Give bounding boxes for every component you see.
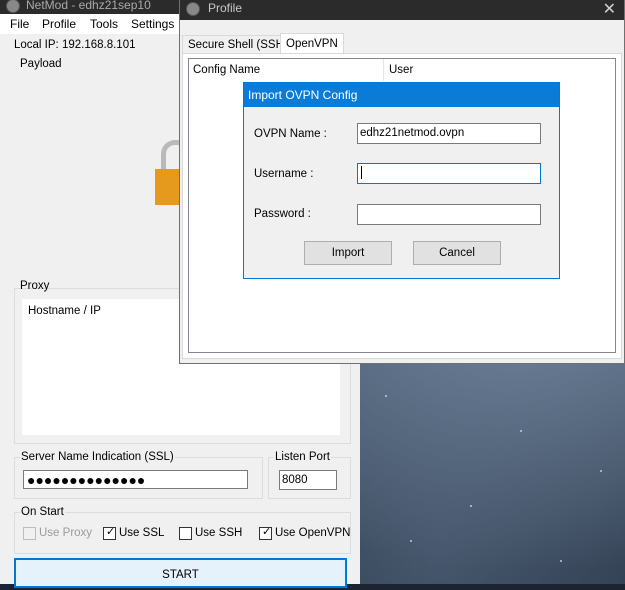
ovpn-name-label: OVPN Name : — [254, 128, 327, 140]
column-header-user[interactable]: User — [385, 59, 615, 81]
password-input[interactable] — [357, 204, 541, 225]
username-input[interactable] — [357, 163, 541, 184]
sni-input[interactable]: ●●●●●●●●●●●●●● — [23, 470, 248, 489]
cancel-button[interactable]: Cancel — [413, 241, 501, 265]
checkbox-box: ✓ — [103, 526, 116, 540]
use-ssl-label: Use SSL — [119, 527, 165, 539]
profile-titlebar[interactable]: Profile ✕ — [180, 0, 624, 20]
netmod-app-icon — [6, 0, 20, 13]
password-label: Password : — [254, 208, 311, 220]
menu-profile[interactable]: Profile — [42, 17, 76, 31]
import-ovpn-dialog: Import OVPN Config OVPN Name : edhz21net… — [243, 82, 560, 279]
profile-window-title: Profile — [208, 1, 243, 15]
checkmark-icon: ✓ — [106, 526, 116, 538]
dialog-title: Import OVPN Config — [244, 83, 559, 107]
listen-port-input[interactable]: 8080 — [279, 470, 337, 490]
menu-settings[interactable]: Settings — [131, 17, 174, 31]
use-openvpn-label: Use OpenVPN — [275, 527, 351, 539]
listen-port-label: Listen Port — [274, 451, 331, 463]
use-ssh-label: Use SSH — [195, 527, 243, 539]
username-label: Username : — [254, 168, 314, 180]
star — [385, 395, 387, 397]
star — [470, 505, 472, 507]
tab-openvpn[interactable]: OpenVPN — [280, 33, 344, 54]
star — [410, 540, 412, 542]
checkbox-box — [179, 527, 192, 540]
star — [560, 560, 562, 562]
hostname-label: Hostname / IP — [28, 305, 101, 317]
proxy-label: Proxy — [20, 280, 50, 292]
star — [520, 430, 522, 432]
text-caret — [361, 166, 362, 180]
close-icon[interactable]: ✕ — [603, 0, 616, 19]
on-start-label: On Start — [20, 506, 65, 518]
tab-ssh[interactable]: Secure Shell (SSH) — [182, 35, 294, 54]
use-proxy-label: Use Proxy — [39, 527, 93, 539]
sni-label: Server Name Indication (SSL) — [20, 451, 175, 463]
checkbox-box — [23, 527, 36, 540]
ovpn-name-input[interactable]: edhz21netmod.ovpn — [357, 123, 541, 144]
lock-icon — [155, 169, 180, 205]
checkmark-icon: ✓ — [262, 526, 272, 538]
payload-label: Payload — [20, 58, 62, 70]
menu-tools[interactable]: Tools — [90, 17, 118, 31]
import-button[interactable]: Import — [304, 241, 392, 265]
checkbox-box: ✓ — [259, 526, 272, 540]
netmod-app-icon — [186, 2, 200, 16]
menu-file[interactable]: File — [10, 17, 29, 31]
star — [600, 470, 602, 472]
local-ip-label: Local IP: 192.168.8.101 — [14, 39, 136, 51]
main-window-title: NetMod - edhz21sep10 — [26, 0, 151, 12]
column-header-config-name[interactable]: Config Name — [189, 59, 384, 81]
